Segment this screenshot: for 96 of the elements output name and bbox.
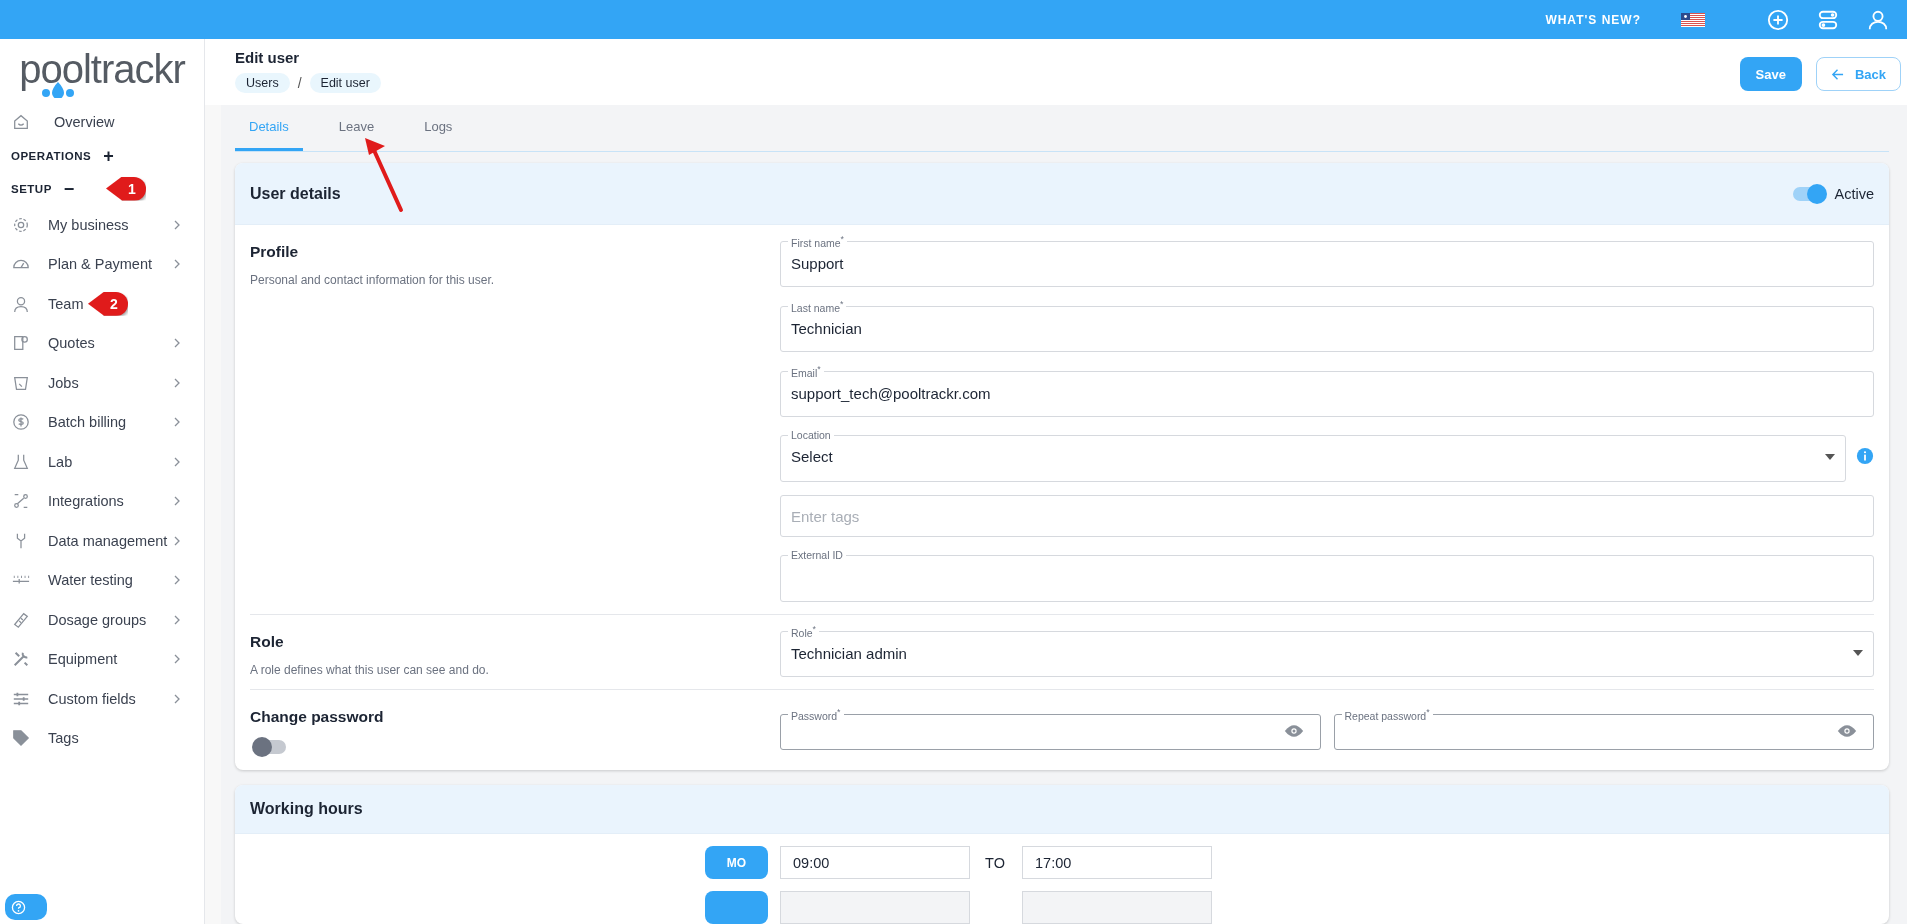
- eye-icon[interactable]: [1837, 724, 1857, 738]
- page-title: Edit user: [235, 49, 301, 66]
- tag-icon: [12, 729, 30, 748]
- day-button[interactable]: [705, 891, 768, 924]
- caret-icon: [1853, 650, 1863, 656]
- ruler-icon: [12, 610, 30, 629]
- time-field[interactable]: 09:00: [780, 846, 970, 879]
- active-toggle[interactable]: [1792, 186, 1825, 201]
- text-field[interactable]: First name$^{*}$ Support: [780, 235, 1874, 287]
- text-field[interactable]: External ID: [780, 550, 1874, 602]
- breadcrumb-separator: /: [297, 75, 302, 91]
- chevron-right-icon: [172, 259, 182, 270]
- sidebar-item[interactable]: Tags: [0, 718, 204, 758]
- add-icon[interactable]: [1767, 8, 1789, 31]
- toggle-label: Active: [1834, 185, 1874, 202]
- time-field[interactable]: 17:00: [1022, 846, 1212, 879]
- sidebar-item[interactable]: Dosage groups: [0, 600, 204, 640]
- chevron-right-icon: [172, 456, 182, 467]
- section-toggle[interactable]: −: [63, 179, 75, 198]
- sidebar-item[interactable]: Data management: [0, 521, 204, 561]
- password-toggle[interactable]: [254, 740, 286, 754]
- callout-badge: 2: [88, 291, 128, 316]
- chevron-right-icon: [172, 693, 182, 704]
- breadcrumb-link[interactable]: Users: [235, 73, 290, 93]
- time-field[interactable]: [1022, 891, 1212, 924]
- chevron-right-icon: [172, 219, 182, 230]
- field-label: Last name$^{*}$: [790, 300, 845, 313]
- sidebar-item[interactable]: Lab: [0, 442, 204, 482]
- chevron-right-icon: [172, 496, 182, 507]
- logo[interactable]: pooltrackr: [19, 46, 185, 92]
- sidebar-item[interactable]: Integrations: [0, 481, 204, 521]
- tab[interactable]: Logs: [410, 105, 467, 151]
- chevron-right-icon: [172, 535, 182, 546]
- chevron-right-icon: [172, 417, 182, 428]
- nodes-icon: [12, 492, 30, 511]
- help-icon: [11, 899, 26, 915]
- select-field[interactable]: Role$^{*}$ Technician admin: [780, 625, 1874, 677]
- card-title: User details: [250, 184, 342, 203]
- sidebar-item[interactable]: My business: [0, 205, 204, 245]
- user-icon[interactable]: [1867, 8, 1889, 31]
- field-label: External ID: [790, 550, 844, 561]
- field-label: Password$^{*}$: [790, 708, 842, 721]
- card-title: Working hours: [250, 800, 364, 818]
- sidebar-item[interactable]: Jobs: [0, 363, 204, 403]
- password-field[interactable]: Password$^{*}$: [780, 708, 1321, 750]
- section-title: Change password: [250, 708, 385, 726]
- field-label: Role$^{*}$: [790, 625, 817, 638]
- breadcrumb-link[interactable]: Edit user: [309, 73, 381, 93]
- tools-icon: [12, 650, 30, 669]
- doc-icon: [12, 334, 30, 353]
- chevron-right-icon: [172, 614, 182, 625]
- dollar-icon: [12, 413, 30, 432]
- sidebar-item[interactable]: Batch billing: [0, 402, 204, 442]
- chevron-right-icon: [172, 377, 182, 388]
- flask-icon: [12, 452, 30, 471]
- chevron-right-icon: [172, 575, 182, 586]
- field-label: Repeat password$^{*}$: [1343, 708, 1431, 721]
- time-separator: TO: [984, 854, 1006, 871]
- field-label: Location: [790, 430, 832, 441]
- eye-icon[interactable]: [1283, 724, 1304, 738]
- house-icon: [12, 113, 30, 131]
- sidebar-item[interactable]: Overview: [0, 105, 204, 139]
- chevron-right-icon: [172, 338, 182, 349]
- section-description: Personal and contact information for this user.: [250, 273, 496, 287]
- time-field[interactable]: [780, 891, 970, 924]
- password-field[interactable]: Repeat password$^{*}$: [1333, 708, 1874, 750]
- section-heading: OPERATIONS: [11, 149, 92, 162]
- flag-icon[interactable]: [1681, 12, 1705, 27]
- section-description: A role defines what this user can see and do.: [250, 663, 490, 677]
- sidebar-item[interactable]: Custom fields: [0, 679, 204, 719]
- section-title: Role: [250, 633, 285, 651]
- dots-icon: [12, 575, 30, 586]
- arrow-left-icon: [1830, 67, 1844, 81]
- sidebar-item[interactable]: Team 2: [0, 284, 204, 324]
- gear-icon: [12, 215, 30, 234]
- sidebar-item[interactable]: Equipment: [0, 639, 204, 679]
- chevron-right-icon: [172, 654, 182, 665]
- section-heading: SETUP: [11, 182, 52, 195]
- select-field[interactable]: Location Select: [780, 430, 1846, 482]
- sidebar-item[interactable]: Plan & Payment: [0, 244, 204, 284]
- tags-field[interactable]: Enter tags: [780, 495, 1874, 537]
- text-field[interactable]: Last name$^{*}$ Technician: [780, 300, 1874, 352]
- caret-icon: [1825, 453, 1835, 460]
- section-toggle[interactable]: +: [103, 146, 114, 165]
- help-button[interactable]: [5, 894, 47, 920]
- field-label: First name$^{*}$: [790, 235, 845, 248]
- callout-badge: 1: [106, 176, 146, 201]
- section-title: Profile: [250, 243, 300, 261]
- text-field[interactable]: Email$^{*}$ support_tech@pooltrackr.com: [780, 365, 1874, 417]
- tab[interactable]: Leave: [324, 105, 389, 151]
- sidebar-item[interactable]: Quotes: [0, 323, 204, 363]
- person-icon: [12, 294, 30, 313]
- toggles-icon[interactable]: [1817, 8, 1839, 31]
- info-icon[interactable]: [1856, 447, 1874, 465]
- sidebar-item[interactable]: Water testing: [0, 560, 204, 600]
- field-label: Email$^{*}$: [790, 365, 822, 378]
